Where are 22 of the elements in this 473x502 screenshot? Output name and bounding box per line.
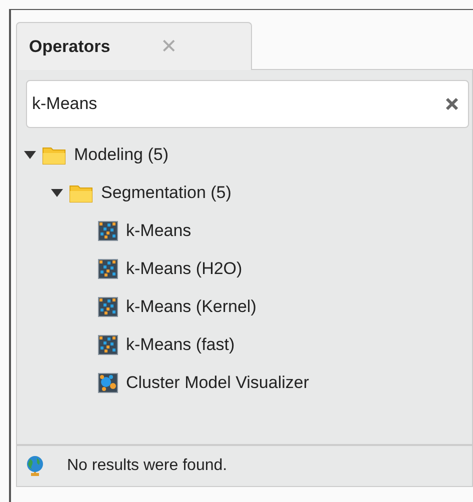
- folder-icon: [69, 183, 93, 203]
- search-field[interactable]: k-Means: [26, 80, 469, 128]
- folder-label[interactable]: Modeling (5): [74, 145, 168, 165]
- scatter-dots-icon: [98, 297, 118, 317]
- scatter-dots-icon: [98, 335, 118, 355]
- scatter-dots-icon: [98, 221, 118, 241]
- operator-item[interactable]: k-Means (Kernel): [126, 297, 256, 317]
- folder-label[interactable]: Segmentation (5): [101, 183, 232, 203]
- cluster-icon: [98, 373, 118, 393]
- expand-caret-icon[interactable]: [51, 188, 63, 198]
- status-message: No results were found.: [67, 457, 228, 475]
- clear-icon[interactable]: [445, 97, 459, 111]
- operator-item[interactable]: k-Means (fast): [126, 335, 235, 355]
- operator-item[interactable]: k-Means (H2O): [126, 259, 242, 279]
- globe-icon: [25, 455, 45, 477]
- expand-caret-icon[interactable]: [24, 150, 36, 160]
- operator-item[interactable]: k-Means: [126, 221, 192, 241]
- operator-item[interactable]: Cluster Model Visualizer: [126, 373, 309, 393]
- folder-icon: [42, 145, 66, 165]
- operators-tab[interactable]: Operators ✕: [16, 22, 252, 70]
- tab-title: Operators: [29, 36, 110, 56]
- scatter-dots-icon: [98, 259, 118, 279]
